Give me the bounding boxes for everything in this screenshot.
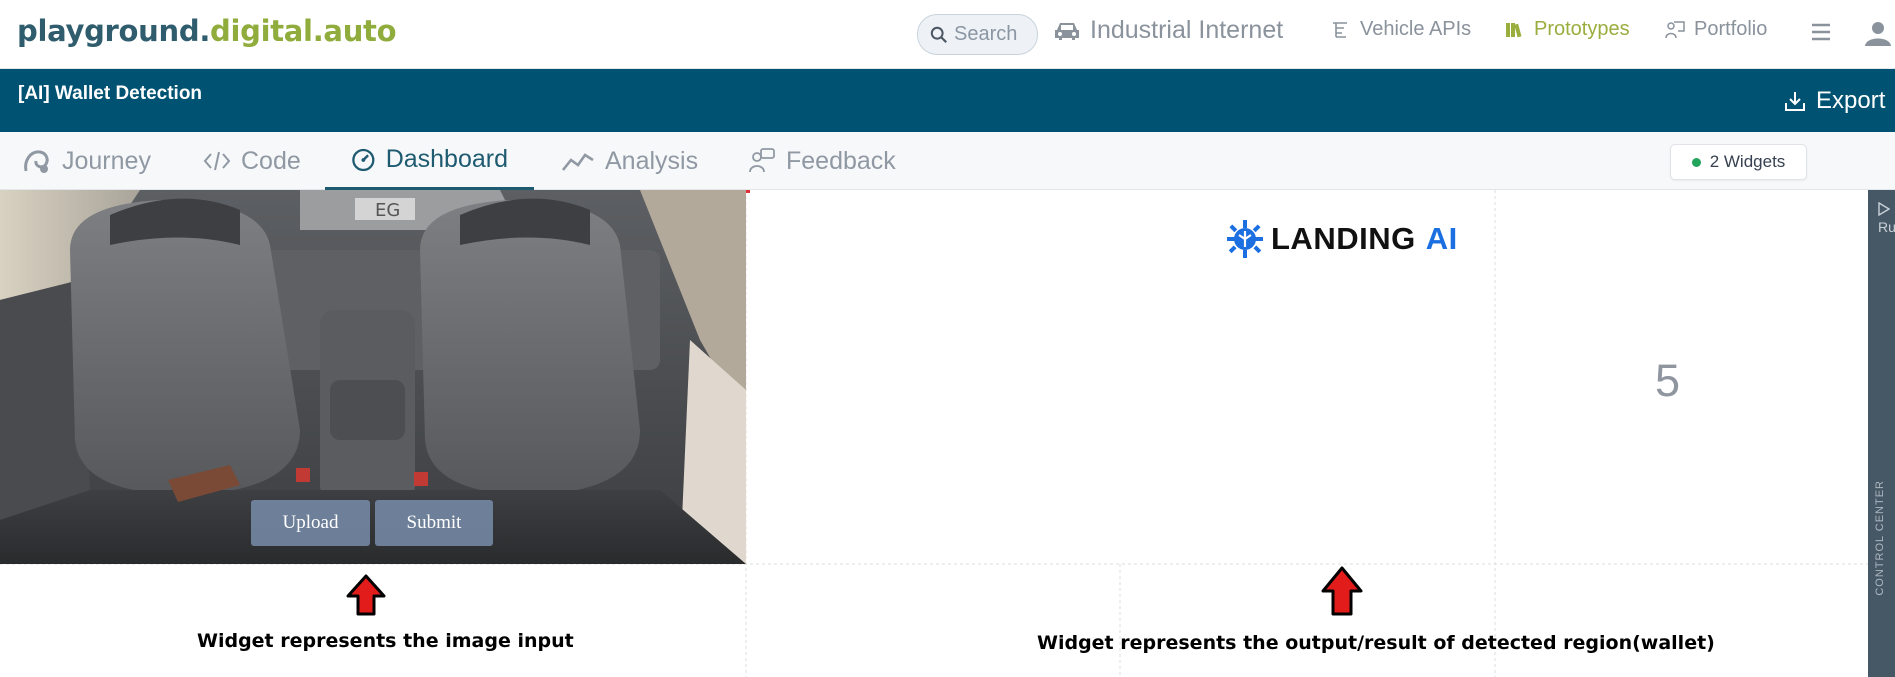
gauge-icon bbox=[352, 148, 375, 171]
top-navbar: playground.digital.auto Search Industria… bbox=[0, 0, 1895, 69]
dashboard-grid: EG Upload Submit LANDING AI 5 bbox=[0, 190, 1868, 677]
car-icon bbox=[1055, 22, 1079, 40]
nav-portfolio[interactable]: Portfolio bbox=[1665, 18, 1767, 41]
landing-ai-logo: LANDING AI bbox=[1225, 218, 1458, 260]
nav-prototypes-label: Prototypes bbox=[1534, 18, 1630, 40]
annotation-arrow-right-icon bbox=[1321, 566, 1363, 616]
tab-feedback[interactable]: Feedback bbox=[748, 132, 896, 190]
code-icon bbox=[203, 151, 231, 171]
run-button[interactable]: Ru bbox=[1878, 201, 1895, 235]
prototype-title-bar: [AI] Wallet Detection Export bbox=[0, 69, 1895, 132]
widgets-count-label: 2 Widgets bbox=[1709, 152, 1786, 171]
feedback-icon bbox=[749, 148, 775, 173]
widgets-count-badge[interactable]: 2 Widgets bbox=[1670, 144, 1807, 180]
logo[interactable]: playground.digital.auto bbox=[17, 14, 397, 48]
logo-part-1: playground. bbox=[17, 14, 211, 48]
landing-brand-ai: AI bbox=[1425, 221, 1458, 256]
control-center-panel[interactable]: Ru CONTROL CENTER bbox=[1868, 190, 1895, 677]
tab-code-label: Code bbox=[241, 146, 301, 175]
landing-brand-word: LANDING bbox=[1271, 221, 1416, 256]
prototype-tabs: Journey Code Dashboard Analysis Feedback… bbox=[0, 132, 1895, 190]
nav-vehicle-apis[interactable]: Vehicle APIs bbox=[1331, 18, 1471, 41]
nav-prototypes[interactable]: Prototypes bbox=[1505, 18, 1630, 41]
search-input[interactable]: Search bbox=[917, 14, 1038, 55]
tab-journey[interactable]: Journey bbox=[22, 132, 151, 190]
logo-part-2: digital.auto bbox=[210, 14, 397, 48]
tab-feedback-label: Feedback bbox=[786, 146, 896, 175]
tab-journey-label: Journey bbox=[62, 146, 151, 175]
tab-dashboard-label: Dashboard bbox=[385, 145, 508, 173]
presenter-icon bbox=[1665, 20, 1685, 38]
export-button[interactable]: Export bbox=[1784, 87, 1885, 115]
journey-icon bbox=[24, 150, 49, 173]
run-label: Ru bbox=[1878, 219, 1895, 235]
nav-industrial-internet[interactable]: Industrial Internet bbox=[1053, 16, 1283, 45]
tab-analysis-label: Analysis bbox=[605, 146, 699, 175]
status-dot-icon bbox=[1691, 157, 1701, 167]
tab-code[interactable]: Code bbox=[203, 132, 301, 190]
detection-count-value: 5 bbox=[1655, 355, 1681, 406]
submit-button[interactable]: Submit bbox=[375, 500, 493, 546]
download-icon bbox=[1785, 92, 1805, 111]
control-center-label: CONTROL CENTER bbox=[1874, 480, 1886, 596]
tab-analysis[interactable]: Analysis bbox=[561, 132, 698, 190]
image-input-widget[interactable]: EG Upload Submit bbox=[0, 190, 746, 564]
nav-industrial-label: Industrial Internet bbox=[1090, 16, 1284, 44]
landing-ai-chip-icon bbox=[1227, 220, 1263, 258]
car-interior-photo: EG bbox=[0, 190, 746, 564]
tree-icon bbox=[1333, 21, 1347, 38]
search-placeholder: Search bbox=[954, 23, 1018, 45]
prototype-title: [AI] Wallet Detection bbox=[18, 83, 203, 104]
line-chart-icon bbox=[561, 153, 594, 171]
annotation-caption-left: Widget represents the image input bbox=[197, 630, 574, 652]
books-icon bbox=[1506, 22, 1522, 37]
annotation-caption-right: Widget represents the output/result of d… bbox=[1037, 632, 1715, 654]
user-icon[interactable] bbox=[1862, 20, 1895, 53]
upload-button[interactable]: Upload bbox=[251, 500, 370, 546]
nav-portfolio-label: Portfolio bbox=[1694, 18, 1768, 40]
svg-text:EG: EG bbox=[375, 200, 400, 221]
export-label: Export bbox=[1816, 87, 1886, 114]
hamburger-menu-icon[interactable] bbox=[1810, 22, 1832, 47]
nav-vehicle-apis-label: Vehicle APIs bbox=[1360, 18, 1472, 40]
tab-dashboard[interactable]: Dashboard bbox=[325, 132, 534, 190]
play-icon bbox=[1878, 201, 1891, 217]
annotation-arrow-left-icon bbox=[346, 574, 386, 616]
search-icon bbox=[930, 26, 947, 43]
